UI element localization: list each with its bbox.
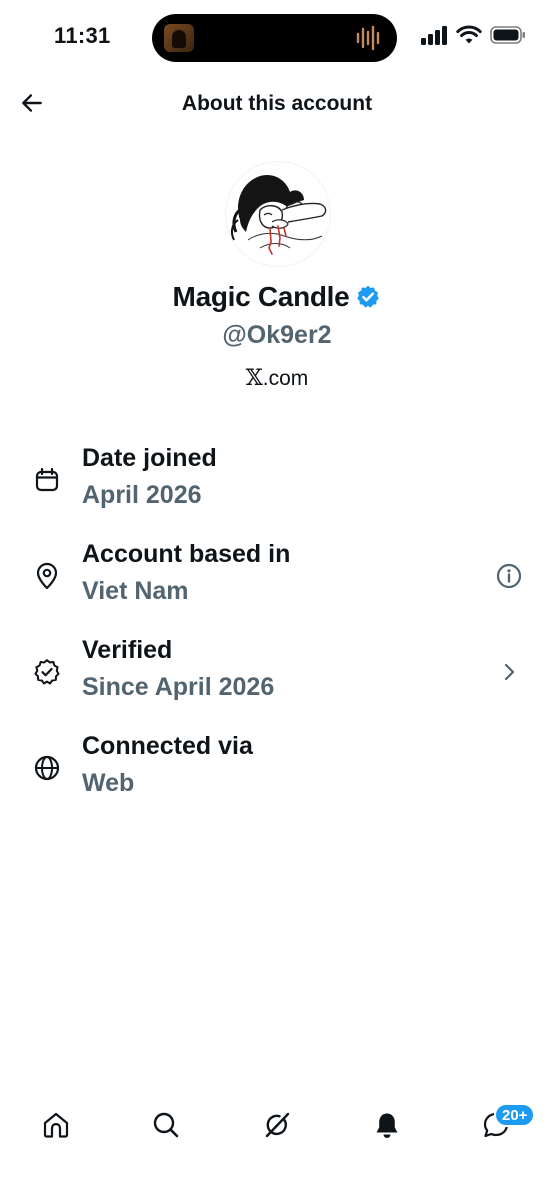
date-joined-label: Date joined <box>82 444 217 472</box>
avatar[interactable] <box>226 162 330 266</box>
date-joined-value: April 2026 <box>82 481 202 509</box>
grok-icon <box>265 1112 290 1138</box>
page-title: About this account <box>181 92 373 115</box>
header: About this account <box>0 80 554 130</box>
verified-chevron <box>494 657 524 687</box>
connected-via-row: Connected via Web <box>0 728 554 808</box>
tab-grok[interactable] <box>259 1107 295 1143</box>
location-pin-icon <box>36 562 58 590</box>
tab-notifications[interactable] <box>369 1107 405 1143</box>
name-row: Magic Candle <box>0 281 554 313</box>
status-bar: 11:31 <box>0 0 554 76</box>
search-icon <box>153 1112 179 1138</box>
verified-badge-icon <box>357 285 380 308</box>
dynamic-island[interactable] <box>152 14 397 62</box>
globe-icon <box>34 755 60 781</box>
connected-via-value: Web <box>82 769 135 797</box>
tab-bar <box>0 1095 554 1155</box>
tab-search[interactable] <box>148 1107 184 1143</box>
account-based-in-row: Account based in Viet Nam <box>0 536 554 616</box>
info-icon <box>496 563 522 589</box>
website-link[interactable]: 𝕏 .com <box>0 366 554 391</box>
account-based-in-value: Viet Nam <box>82 577 189 605</box>
verified-badge-outline-icon <box>34 659 60 685</box>
verified-row[interactable]: Verified Since April 2026 <box>0 632 554 712</box>
avatar-illustration <box>226 162 330 266</box>
verified-label: Verified <box>82 636 173 664</box>
connected-via-label: Connected via <box>82 732 253 760</box>
username-handle: @Ok9er2 <box>222 321 332 349</box>
cellular-signal-icon <box>421 26 447 45</box>
account-based-in-label: Account based in <box>82 540 291 568</box>
notifications-icon <box>376 1113 398 1138</box>
now-playing-artwork <box>164 24 194 52</box>
display-name: Magic Candle <box>172 281 350 312</box>
calendar-icon <box>35 467 59 492</box>
chevron-right-icon <box>504 663 515 681</box>
audio-waveform-icon <box>356 25 380 51</box>
website-text: .com <box>262 366 309 390</box>
messages-badge: 20+ <box>494 1103 536 1127</box>
battery-icon <box>490 26 525 44</box>
verified-value: Since April 2026 <box>82 673 275 701</box>
wifi-icon <box>456 25 482 44</box>
status-time: 11:31 <box>54 23 111 48</box>
date-joined-row: Date joined April 2026 <box>0 440 554 520</box>
status-icons <box>420 25 526 45</box>
x-logo-icon: 𝕏 <box>245 366 263 391</box>
account-location-info-button[interactable] <box>494 561 524 591</box>
tab-home[interactable] <box>38 1107 74 1143</box>
home-icon <box>43 1112 69 1138</box>
